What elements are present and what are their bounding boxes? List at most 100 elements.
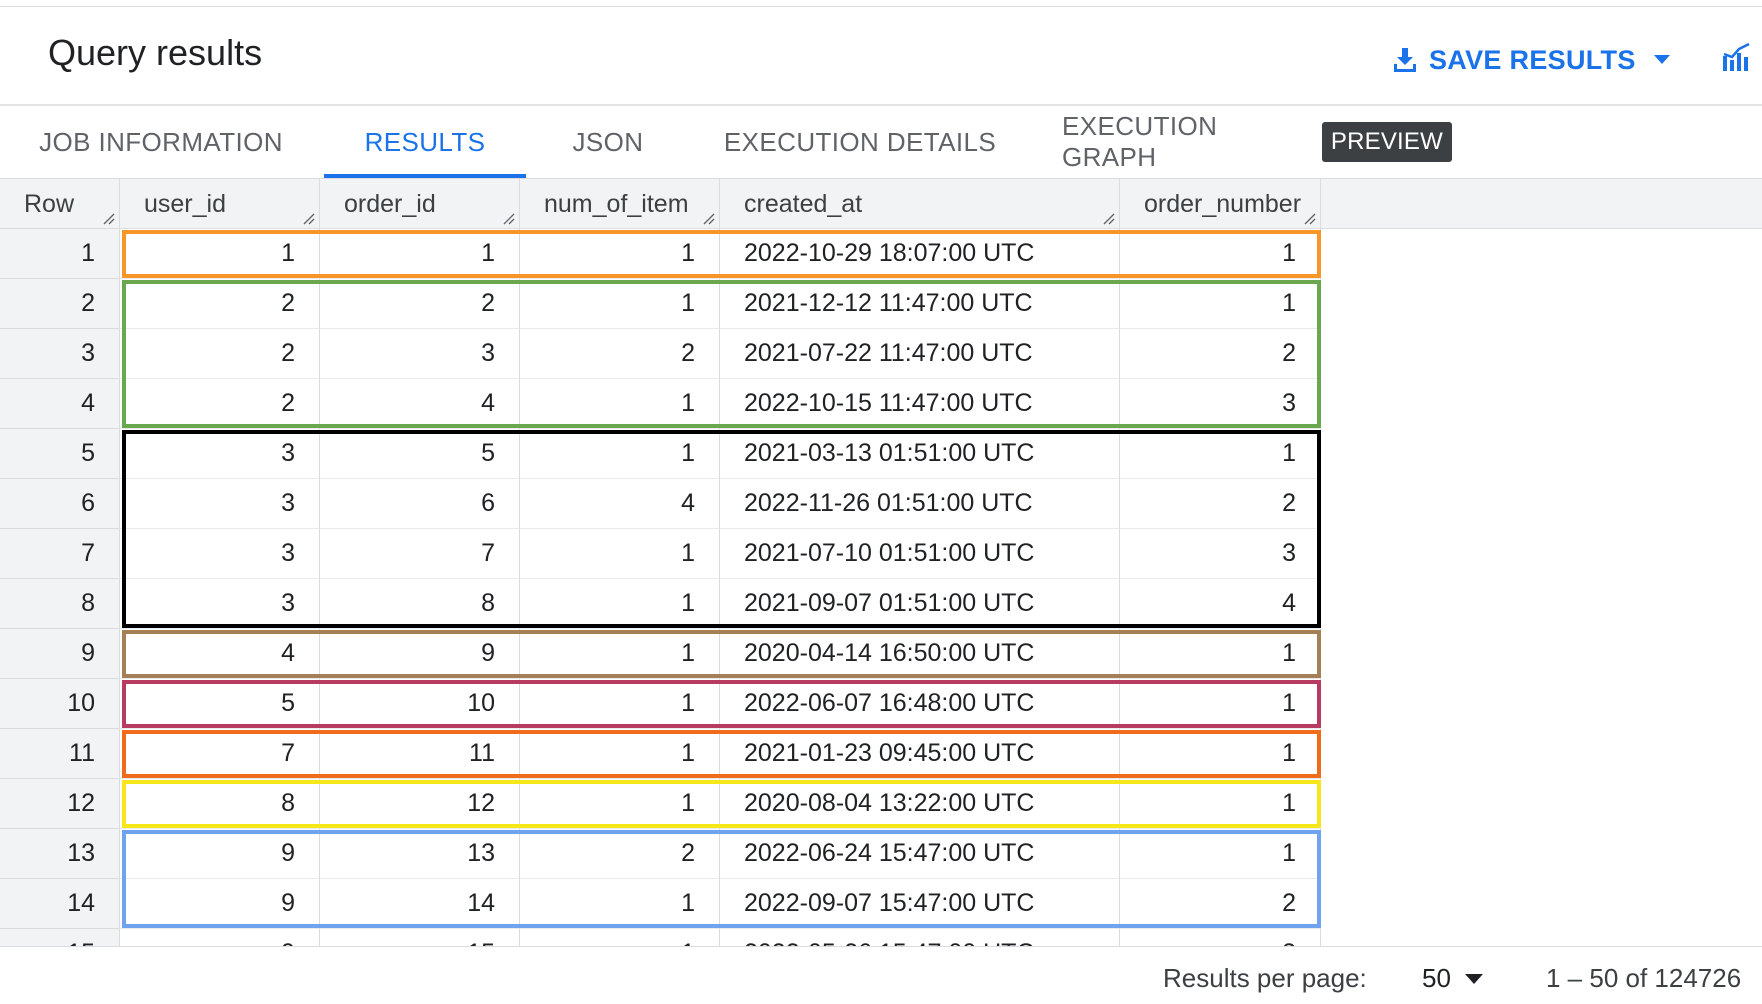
cell-order-number[interactable]: 2 [1120, 479, 1321, 529]
cell-user-id[interactable]: 8 [120, 779, 320, 829]
cell-user-id[interactable]: 2 [120, 329, 320, 379]
tab-results[interactable]: RESULTS [324, 106, 526, 178]
cell-user-id[interactable]: 4 [120, 629, 320, 679]
cell-created-at[interactable]: 2022-10-29 18:07:00 UTC [720, 229, 1120, 279]
column-header-order-number[interactable]: order_number [1120, 179, 1321, 229]
cell-created-at[interactable]: 2022-09-07 15:47:00 UTC [720, 879, 1120, 929]
cell-order-id[interactable]: 7 [320, 529, 520, 579]
tab-execution-graph[interactable]: EXECUTION GRAPH PREVIEW [1062, 106, 1452, 178]
cell-user-id[interactable]: 3 [120, 579, 320, 629]
cell-order-id[interactable]: 15 [320, 929, 520, 946]
cell-num-of-item[interactable]: 4 [520, 479, 720, 529]
cell-order-number[interactable]: 2 [1120, 329, 1321, 379]
cell-order-id[interactable]: 5 [320, 429, 520, 479]
cell-user-id[interactable]: 7 [120, 729, 320, 779]
table-row[interactable]: 9 4 9 1 2020-04-14 16:50:00 UTC 1 [0, 629, 1321, 679]
cell-user-id[interactable]: 5 [120, 679, 320, 729]
cell-order-id[interactable]: 12 [320, 779, 520, 829]
column-resize-handle[interactable] [703, 213, 715, 225]
results-per-page-select[interactable]: 50 [1422, 963, 1483, 994]
cell-created-at[interactable]: 2021-01-23 09:45:00 UTC [720, 729, 1120, 779]
cell-num-of-item[interactable]: 1 [520, 879, 720, 929]
table-row[interactable]: 5 3 5 1 2021-03-13 01:51:00 UTC 1 [0, 429, 1321, 479]
cell-user-id[interactable]: 9 [120, 829, 320, 879]
cell-created-at[interactable]: 2021-03-13 01:51:00 UTC [720, 429, 1120, 479]
cell-order-number[interactable]: 3 [1120, 379, 1321, 429]
cell-created-at[interactable]: 2020-04-14 16:50:00 UTC [720, 629, 1120, 679]
cell-user-id[interactable]: 9 [120, 879, 320, 929]
table-row[interactable]: 13 9 13 2 2022-06-24 15:47:00 UTC 1 [0, 829, 1321, 879]
cell-created-at[interactable]: 2021-09-07 01:51:00 UTC [720, 579, 1120, 629]
cell-user-id[interactable]: 3 [120, 429, 320, 479]
cell-order-id[interactable]: 3 [320, 329, 520, 379]
column-header-num-of-item[interactable]: num_of_item [520, 179, 720, 229]
cell-order-number[interactable]: 1 [1120, 229, 1321, 279]
cell-num-of-item[interactable]: 1 [520, 779, 720, 829]
cell-user-id[interactable]: 2 [120, 379, 320, 429]
table-row[interactable]: 1 1 1 1 2022-10-29 18:07:00 UTC 1 [0, 229, 1321, 279]
column-header-order-id[interactable]: order_id [320, 179, 520, 229]
table-row[interactable]: 4 2 4 1 2022-10-15 11:47:00 UTC 3 [0, 379, 1321, 429]
cell-order-number[interactable]: 4 [1120, 579, 1321, 629]
tab-json[interactable]: JSON [556, 106, 660, 178]
cell-user-id[interactable]: 2 [120, 279, 320, 329]
cell-num-of-item[interactable]: 1 [520, 379, 720, 429]
table-row[interactable]: 10 5 10 1 2022-06-07 16:48:00 UTC 1 [0, 679, 1321, 729]
cell-order-id[interactable]: 9 [320, 629, 520, 679]
cell-num-of-item[interactable]: 1 [520, 529, 720, 579]
cell-num-of-item[interactable]: 1 [520, 229, 720, 279]
cell-created-at[interactable]: 2021-12-12 11:47:00 UTC [720, 279, 1120, 329]
cell-num-of-item[interactable]: 1 [520, 729, 720, 779]
column-resize-handle[interactable] [503, 213, 515, 225]
cell-order-id[interactable]: 2 [320, 279, 520, 329]
table-row[interactable]: 8 3 8 1 2021-09-07 01:51:00 UTC 4 [0, 579, 1321, 629]
cell-order-id[interactable]: 1 [320, 229, 520, 279]
cell-num-of-item[interactable]: 1 [520, 929, 720, 946]
column-resize-handle[interactable] [1304, 213, 1316, 225]
cell-order-number[interactable]: 3 [1120, 529, 1321, 579]
column-header-user-id[interactable]: user_id [120, 179, 320, 229]
tab-job-information[interactable]: JOB INFORMATION [22, 106, 300, 178]
column-header-created-at[interactable]: created_at [720, 179, 1120, 229]
column-resize-handle[interactable] [303, 213, 315, 225]
cell-user-id[interactable]: 3 [120, 529, 320, 579]
column-resize-handle[interactable] [1103, 213, 1115, 225]
table-row[interactable]: 2 2 2 1 2021-12-12 11:47:00 UTC 1 [0, 279, 1321, 329]
column-resize-handle[interactable] [103, 213, 115, 225]
cell-order-id[interactable]: 10 [320, 679, 520, 729]
cell-order-number[interactable]: 1 [1120, 729, 1321, 779]
cell-order-number[interactable]: 2 [1120, 879, 1321, 929]
cell-order-number[interactable]: 1 [1120, 779, 1321, 829]
cell-order-number[interactable]: 1 [1120, 429, 1321, 479]
cell-created-at[interactable]: 2022-10-15 11:47:00 UTC [720, 379, 1120, 429]
cell-order-number[interactable]: 3 [1120, 929, 1321, 946]
table-row[interactable]: 7 3 7 1 2021-07-10 01:51:00 UTC 3 [0, 529, 1321, 579]
cell-num-of-item[interactable]: 1 [520, 629, 720, 679]
cell-order-id[interactable]: 4 [320, 379, 520, 429]
cell-num-of-item[interactable]: 1 [520, 279, 720, 329]
cell-num-of-item[interactable]: 1 [520, 429, 720, 479]
cell-order-id[interactable]: 14 [320, 879, 520, 929]
cell-num-of-item[interactable]: 1 [520, 679, 720, 729]
cell-order-number[interactable]: 1 [1120, 829, 1321, 879]
cell-order-id[interactable]: 11 [320, 729, 520, 779]
cell-order-id[interactable]: 8 [320, 579, 520, 629]
chart-icon[interactable] [1722, 42, 1752, 77]
table-row[interactable]: 6 3 6 4 2022-11-26 01:51:00 UTC 2 [0, 479, 1321, 529]
cell-created-at[interactable]: 2020-08-04 13:22:00 UTC [720, 779, 1120, 829]
cell-order-id[interactable]: 6 [320, 479, 520, 529]
tab-execution-details[interactable]: EXECUTION DETAILS [720, 106, 1000, 178]
table-row[interactable]: 12 8 12 1 2020-08-04 13:22:00 UTC 1 [0, 779, 1321, 829]
table-row[interactable]: 1591512022-05-26 15:47:00 UTC3 [0, 929, 1321, 946]
cell-num-of-item[interactable]: 1 [520, 579, 720, 629]
cell-user-id[interactable]: 3 [120, 479, 320, 529]
column-header-row-number[interactable]: Row [0, 179, 120, 229]
cell-num-of-item[interactable]: 2 [520, 829, 720, 879]
cell-created-at[interactable]: 2022-11-26 01:51:00 UTC [720, 479, 1120, 529]
cell-user-id[interactable]: 1 [120, 229, 320, 279]
cell-created-at[interactable]: 2021-07-10 01:51:00 UTC [720, 529, 1120, 579]
table-row[interactable]: 11 7 11 1 2021-01-23 09:45:00 UTC 1 [0, 729, 1321, 779]
cell-created-at[interactable]: 2022-05-26 15:47:00 UTC [720, 929, 1120, 946]
cell-order-number[interactable]: 1 [1120, 279, 1321, 329]
table-row[interactable]: 3 2 3 2 2021-07-22 11:47:00 UTC 2 [0, 329, 1321, 379]
